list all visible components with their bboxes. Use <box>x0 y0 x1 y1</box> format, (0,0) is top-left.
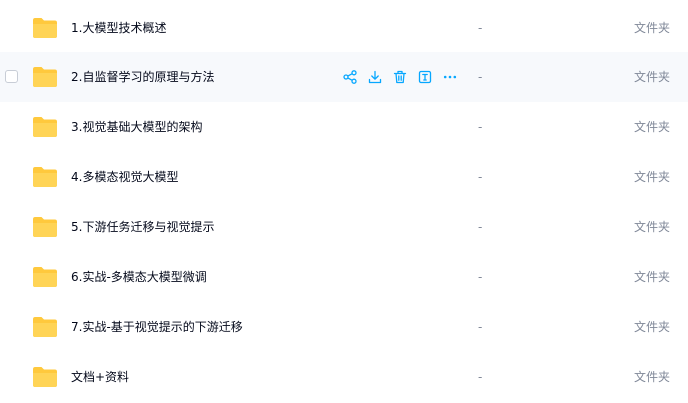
file-row[interactable]: 2.自监督学习的原理与方法 - 文件夹 <box>0 52 688 102</box>
folder-icon <box>32 17 58 39</box>
row-actions <box>342 69 467 85</box>
file-size: - <box>478 120 483 134</box>
file-row[interactable]: 文档+资料 - 文件夹 <box>0 352 688 402</box>
folder-icon <box>32 116 58 138</box>
file-size: - <box>478 270 483 284</box>
file-list: 1.大模型技术概述 - 文件夹 2.自监督学习的原理与方法 - 文件夹 3.视觉… <box>0 0 688 403</box>
file-name[interactable]: 文档+资料 <box>71 369 129 385</box>
file-name[interactable]: 4.多模态视觉大模型 <box>71 169 178 185</box>
file-name[interactable]: 3.视觉基础大模型的架构 <box>71 119 202 135</box>
folder-icon <box>32 316 58 338</box>
file-name[interactable]: 2.自监督学习的原理与方法 <box>71 69 214 85</box>
file-name[interactable]: 7.实战-基于视觉提示的下游迁移 <box>71 319 243 335</box>
folder-icon <box>32 266 58 288</box>
file-type: 文件夹 <box>633 220 670 234</box>
folder-icon <box>32 166 58 188</box>
folder-icon <box>32 216 58 238</box>
file-row[interactable]: 3.视觉基础大模型的架构 - 文件夹 <box>0 102 688 152</box>
file-row[interactable]: 1.大模型技术概述 - 文件夹 <box>0 3 688 53</box>
folder-icon <box>32 66 58 88</box>
file-type: 文件夹 <box>633 320 670 334</box>
more-icon[interactable] <box>442 69 458 85</box>
file-size: - <box>478 370 483 384</box>
file-type: 文件夹 <box>633 370 670 384</box>
file-row[interactable]: 7.实战-基于视觉提示的下游迁移 - 文件夹 <box>0 302 688 352</box>
select-checkbox[interactable] <box>5 70 18 83</box>
file-size: - <box>478 21 483 35</box>
file-type: 文件夹 <box>633 170 670 184</box>
file-name[interactable]: 6.实战-多模态大模型微调 <box>71 269 207 285</box>
file-row[interactable]: 6.实战-多模态大模型微调 - 文件夹 <box>0 252 688 302</box>
file-size: - <box>478 170 483 184</box>
file-name[interactable]: 1.大模型技术概述 <box>71 20 166 36</box>
delete-icon[interactable] <box>392 69 408 85</box>
folder-icon <box>32 366 58 388</box>
file-row[interactable]: 5.下游任务迁移与视觉提示 - 文件夹 <box>0 202 688 252</box>
file-name[interactable]: 5.下游任务迁移与视觉提示 <box>71 219 214 235</box>
download-icon[interactable] <box>367 69 383 85</box>
file-size: - <box>478 70 483 84</box>
share-icon[interactable] <box>342 69 358 85</box>
file-type: 文件夹 <box>633 21 670 35</box>
file-size: - <box>478 320 483 334</box>
file-type: 文件夹 <box>633 270 670 284</box>
file-row[interactable]: 4.多模态视觉大模型 - 文件夹 <box>0 152 688 202</box>
file-type: 文件夹 <box>633 120 670 134</box>
file-type: 文件夹 <box>633 70 670 84</box>
file-size: - <box>478 220 483 234</box>
rename-icon[interactable] <box>417 69 433 85</box>
